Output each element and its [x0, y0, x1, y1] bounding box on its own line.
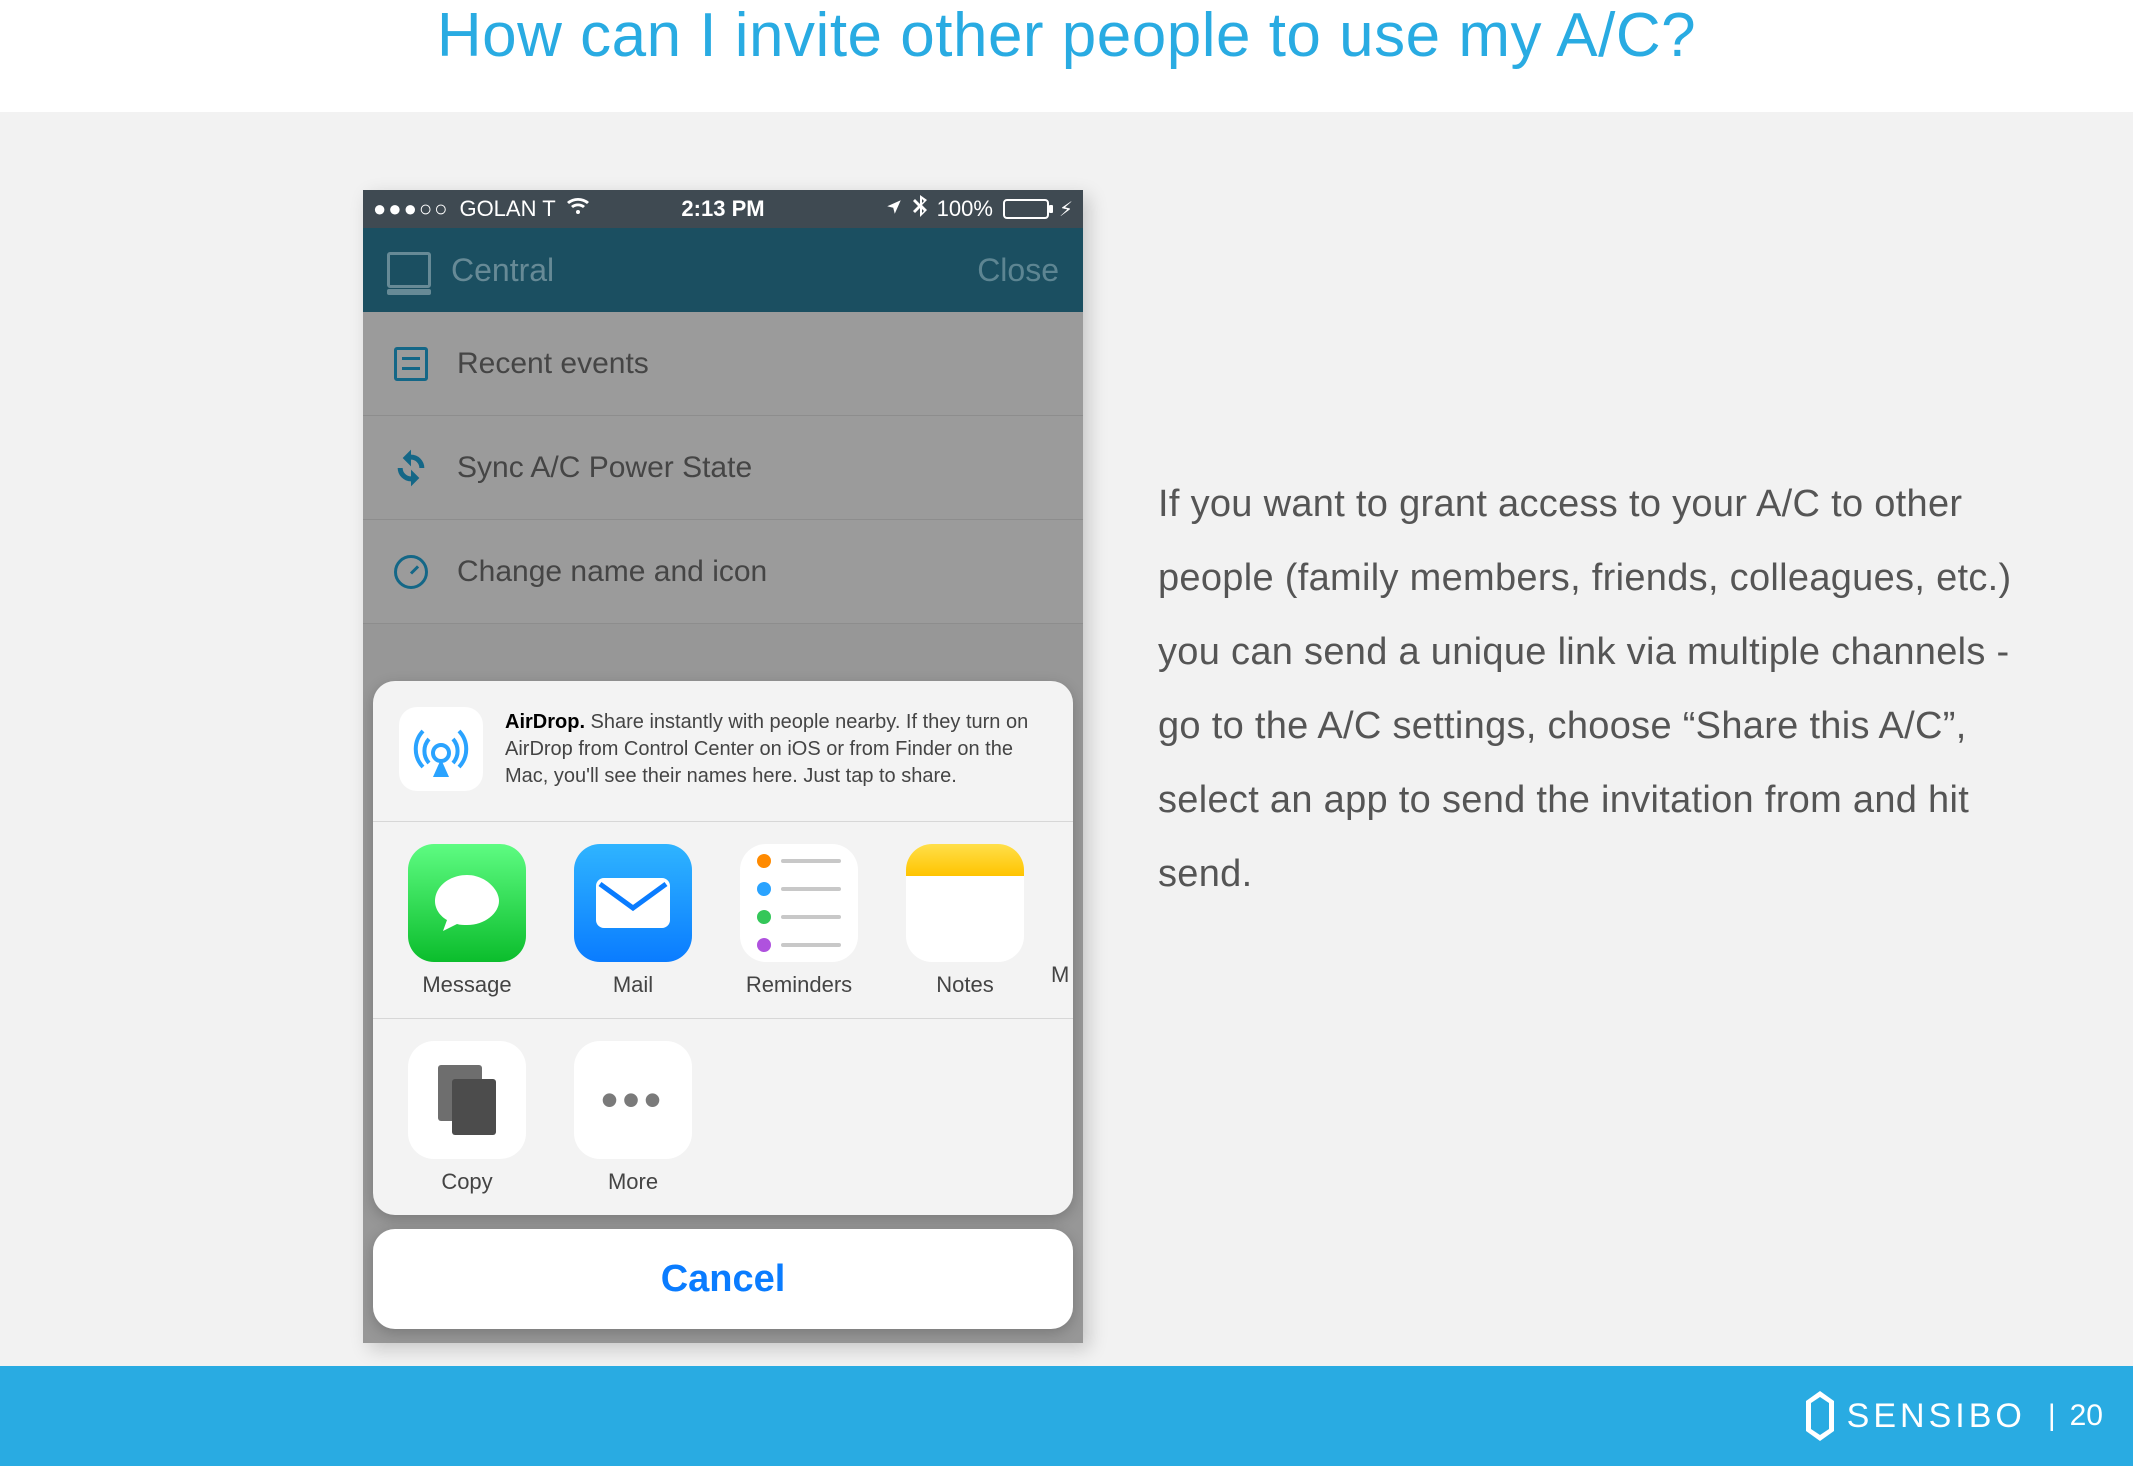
share-app-notes[interactable]: Notes [885, 844, 1045, 998]
airdrop-description: AirDrop. Share instantly with people nea… [505, 709, 1047, 790]
title-bar: How can I invite other people to use my … [0, 0, 2133, 112]
sensibo-logo-icon [1803, 1391, 1837, 1441]
airdrop-icon [399, 707, 483, 791]
share-app-label: Message [387, 972, 547, 998]
share-app-message[interactable]: Message [387, 844, 547, 998]
footer-page-number: 20 [2070, 1399, 2103, 1433]
cancel-button[interactable]: Cancel [373, 1229, 1073, 1329]
share-action-more[interactable]: ••• More [553, 1041, 713, 1195]
slide-footer: SENSIBO | 20 [0, 1366, 2133, 1466]
slide: How can I invite other people to use my … [0, 0, 2133, 1466]
share-apps-row[interactable]: Message Mail [373, 822, 1073, 1018]
share-app-peek-label: M [1051, 962, 1073, 988]
description-block: If you want to grant access to your A/C … [1158, 467, 2028, 911]
slide-body: If you want to grant access to your A/C … [0, 112, 2133, 1366]
share-app-peek[interactable]: M [1051, 844, 1073, 998]
mail-icon [574, 844, 692, 962]
slide-title: How can I invite other people to use my … [437, 0, 1696, 71]
ios-share-sheet: AirDrop. Share instantly with people nea… [373, 681, 1073, 1329]
share-action-label: Copy [387, 1169, 547, 1195]
share-app-mail[interactable]: Mail [553, 844, 713, 998]
share-actions-row[interactable]: Copy ••• More [373, 1019, 1073, 1215]
clock-label: 2:13 PM [363, 196, 1083, 222]
phone-screenshot: ●●●○○ GOLAN T 2:13 PM 100% [363, 190, 1083, 1343]
share-action-copy[interactable]: Copy [387, 1041, 547, 1195]
more-icon: ••• [574, 1041, 692, 1159]
airdrop-bold: AirDrop. [505, 711, 585, 733]
copy-icon [408, 1041, 526, 1159]
footer-brand: SENSIBO [1847, 1397, 2026, 1436]
cancel-label: Cancel [661, 1258, 786, 1301]
airdrop-row[interactable]: AirDrop. Share instantly with people nea… [373, 681, 1073, 821]
notes-icon [906, 844, 1024, 962]
share-app-label: Reminders [719, 972, 879, 998]
footer-logo: SENSIBO [1803, 1391, 2026, 1441]
messages-icon [408, 844, 526, 962]
share-app-label: Notes [885, 972, 1045, 998]
share-action-label: More [553, 1169, 713, 1195]
footer-separator: | [2048, 1399, 2056, 1433]
ios-status-bar: ●●●○○ GOLAN T 2:13 PM 100% [363, 190, 1083, 228]
reminders-icon [740, 844, 858, 962]
battery-icon [1003, 199, 1049, 219]
share-app-reminders[interactable]: Reminders [719, 844, 879, 998]
description-text: If you want to grant access to your A/C … [1158, 467, 2028, 911]
share-app-label: Mail [553, 972, 713, 998]
